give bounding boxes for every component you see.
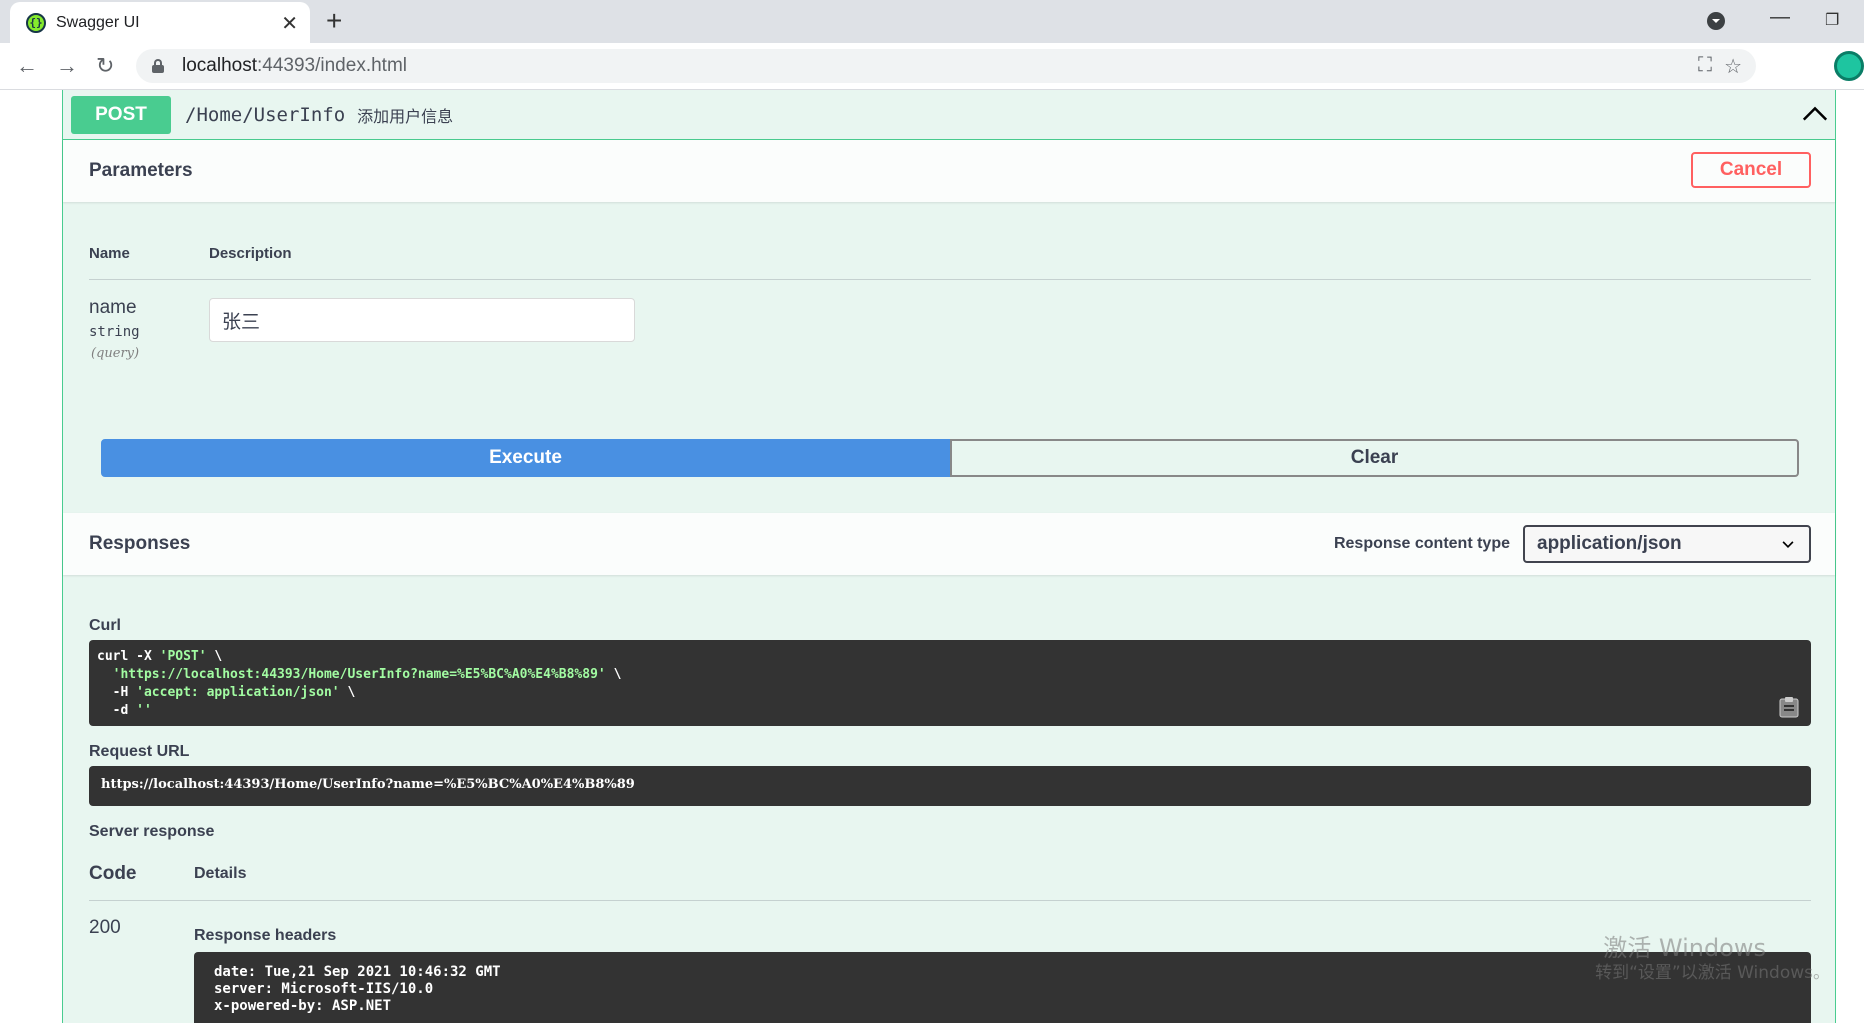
responses-title: Responses: [89, 533, 191, 554]
server-response-label: Server response: [89, 823, 215, 840]
chevron-down-icon: [1782, 541, 1794, 548]
divider: [89, 900, 1811, 901]
profile-avatar[interactable]: [1834, 51, 1864, 81]
column-header-details: Details: [194, 865, 247, 882]
close-tab-icon[interactable]: ✕: [281, 11, 298, 36]
execute-button[interactable]: Execute: [101, 439, 950, 477]
response-content-type-label: Response content type: [1333, 535, 1510, 552]
method-badge: POST: [71, 95, 171, 134]
translate-icon[interactable]: ⛶: [1698, 54, 1712, 77]
response-headers-block[interactable]: date: Tue,21 Sep 2021 10:46:32 GMT serve…: [194, 952, 1811, 1023]
tab-title: Swagger UI: [56, 13, 140, 31]
column-header-description: Description: [209, 245, 292, 262]
response-content-type-select[interactable]: application/json: [1523, 525, 1811, 563]
url-text: localhost:44393/index.html: [182, 55, 407, 76]
bookmark-star-icon[interactable]: ☆: [1724, 54, 1742, 79]
chevron-up-icon[interactable]: [1801, 100, 1829, 128]
curl-label: Curl: [89, 617, 121, 634]
column-header-name: Name: [89, 245, 130, 262]
restore-icon[interactable]: ❐: [1825, 10, 1839, 30]
response-headers-label: Response headers: [194, 927, 337, 944]
parameters-title: Parameters: [89, 160, 193, 181]
operation-block: POST /Home/UserInfo 添加用户信息 Parameters Ca…: [62, 90, 1836, 1023]
cancel-button[interactable]: Cancel: [1691, 152, 1811, 188]
parameter-name: name: [89, 297, 137, 318]
execute-button-group: Execute Clear: [101, 439, 1799, 477]
response-header-line: date: Tue,21 Sep 2021 10:46:32 GMT: [214, 964, 501, 980]
tab-search-icon[interactable]: [1706, 11, 1726, 31]
divider: [89, 279, 1811, 280]
request-url-label: Request URL: [89, 743, 190, 760]
minimize-icon[interactable]: —: [1770, 6, 1790, 29]
lock-icon[interactable]: [152, 59, 164, 73]
browser-tab-bar: {} Swagger UI ✕ + — ❐: [0, 0, 1864, 43]
back-icon[interactable]: ←: [16, 53, 38, 79]
new-tab-icon[interactable]: +: [326, 5, 342, 37]
activation-watermark-subtitle: 转到“设置”以激活 Windows。: [1595, 963, 1830, 983]
clear-button[interactable]: Clear: [950, 439, 1799, 477]
parameter-location: (query): [91, 346, 140, 361]
response-content-type-value: application/json: [1537, 533, 1682, 554]
parameters-header: Parameters Cancel: [63, 140, 1835, 202]
parameter-type: string: [89, 324, 140, 340]
response-header-line: x-powered-by: ASP.NET: [214, 998, 392, 1014]
swagger-page: POST /Home/UserInfo 添加用户信息 Parameters Ca…: [0, 90, 1864, 1023]
response-header-line: server: Microsoft-IIS/10.0: [214, 981, 434, 997]
reload-icon[interactable]: ↻: [96, 53, 114, 79]
response-status-code: 200: [89, 917, 121, 938]
swagger-favicon-icon: {}: [26, 12, 46, 33]
copy-to-clipboard-icon[interactable]: [1779, 696, 1799, 718]
column-header-code: Code: [89, 863, 137, 884]
name-parameter-input[interactable]: [209, 298, 635, 342]
operation-description: 添加用户信息: [357, 108, 454, 126]
address-bar: ← → ↻ localhost:44393/index.html ⛶ ☆: [0, 43, 1864, 90]
operation-path: /Home/UserInfo: [185, 103, 346, 126]
url-field[interactable]: localhost:44393/index.html ⛶ ☆: [136, 49, 1756, 83]
browser-tab[interactable]: {} Swagger UI ✕: [10, 2, 310, 43]
curl-code-block[interactable]: curl -X 'POST' \ 'https://localhost:4439…: [89, 640, 1811, 726]
request-url-block[interactable]: https://localhost:44393/Home/UserInfo?na…: [89, 766, 1811, 806]
responses-header: Responses Response content type applicat…: [63, 513, 1835, 575]
forward-icon[interactable]: →: [56, 53, 78, 79]
operation-summary[interactable]: POST /Home/UserInfo 添加用户信息: [63, 90, 1835, 140]
